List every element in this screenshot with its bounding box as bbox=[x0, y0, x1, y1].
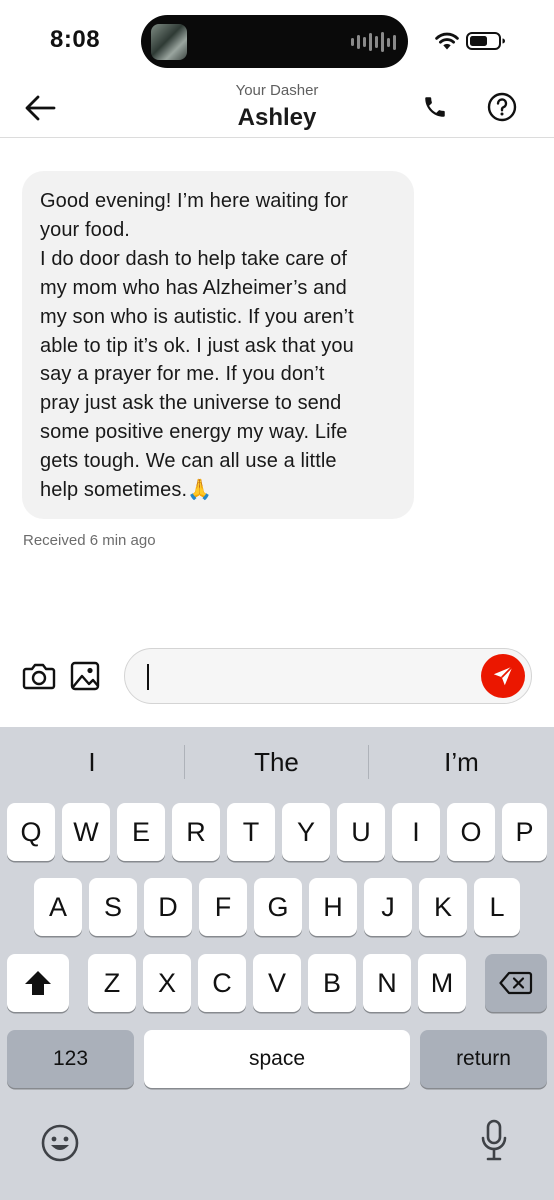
key-f[interactable]: F bbox=[199, 878, 247, 936]
key-j[interactable]: J bbox=[364, 878, 412, 936]
key-g[interactable]: G bbox=[254, 878, 302, 936]
return-key[interactable]: return bbox=[420, 1030, 547, 1088]
microphone-icon[interactable] bbox=[480, 1119, 508, 1163]
key-r[interactable]: R bbox=[172, 803, 220, 861]
key-l[interactable]: L bbox=[474, 878, 520, 936]
camera-icon[interactable] bbox=[22, 660, 56, 692]
key-c[interactable]: C bbox=[198, 954, 246, 1012]
message-text: Good evening! I’m here waiting for your … bbox=[40, 190, 354, 502]
key-e[interactable]: E bbox=[117, 803, 165, 861]
battery-icon bbox=[466, 32, 505, 50]
now-playing-artwork bbox=[151, 24, 187, 60]
key-t[interactable]: T bbox=[227, 803, 275, 861]
key-y[interactable]: Y bbox=[282, 803, 330, 861]
received-timestamp: Received 6 min ago bbox=[23, 532, 156, 549]
message-input[interactable] bbox=[124, 648, 532, 704]
key-o[interactable]: O bbox=[447, 803, 495, 861]
key-z[interactable]: Z bbox=[88, 954, 136, 1012]
key-i[interactable]: I bbox=[392, 803, 440, 861]
shift-key[interactable] bbox=[7, 954, 69, 1012]
chat-header: Your Dasher Ashley bbox=[0, 82, 554, 138]
send-icon bbox=[493, 665, 514, 686]
help-icon[interactable] bbox=[487, 92, 517, 122]
status-bar: 8:08 bbox=[0, 0, 554, 84]
delete-icon bbox=[499, 971, 533, 995]
key-u[interactable]: U bbox=[337, 803, 385, 861]
phone-icon[interactable] bbox=[422, 94, 448, 120]
suggestion-2[interactable]: The bbox=[185, 727, 368, 797]
key-d[interactable]: D bbox=[144, 878, 192, 936]
key-a[interactable]: A bbox=[34, 878, 82, 936]
suggestion-3[interactable]: I’m bbox=[369, 727, 554, 797]
text-cursor bbox=[147, 664, 149, 690]
key-b[interactable]: B bbox=[308, 954, 356, 1012]
key-x[interactable]: X bbox=[143, 954, 191, 1012]
keyboard: I The I’m Q W E R T Y U I O P A S D F G … bbox=[0, 727, 554, 1200]
status-time: 8:08 bbox=[50, 26, 101, 53]
header-subtitle: Your Dasher bbox=[235, 82, 319, 99]
message-bubble: Good evening! I’m here waiting for your … bbox=[22, 171, 414, 519]
dasher-name: Ashley bbox=[237, 104, 317, 131]
key-k[interactable]: K bbox=[419, 878, 467, 936]
key-v[interactable]: V bbox=[253, 954, 301, 1012]
key-h[interactable]: H bbox=[309, 878, 357, 936]
key-s[interactable]: S bbox=[89, 878, 137, 936]
send-button[interactable] bbox=[481, 654, 525, 698]
key-w[interactable]: W bbox=[62, 803, 110, 861]
key-m[interactable]: M bbox=[418, 954, 466, 1012]
wifi-icon bbox=[435, 32, 459, 50]
space-key[interactable]: space bbox=[144, 1030, 410, 1088]
key-p[interactable]: P bbox=[502, 803, 547, 861]
shift-icon bbox=[25, 971, 51, 995]
suggestion-1[interactable]: I bbox=[0, 727, 184, 797]
delete-key[interactable] bbox=[485, 954, 547, 1012]
dynamic-island[interactable] bbox=[141, 15, 408, 68]
numbers-key[interactable]: 123 bbox=[7, 1030, 134, 1088]
emoji-icon[interactable] bbox=[40, 1123, 80, 1163]
key-n[interactable]: N bbox=[363, 954, 411, 1012]
key-q[interactable]: Q bbox=[7, 803, 55, 861]
audio-waveform-icon bbox=[351, 32, 396, 52]
image-icon[interactable] bbox=[70, 660, 100, 692]
